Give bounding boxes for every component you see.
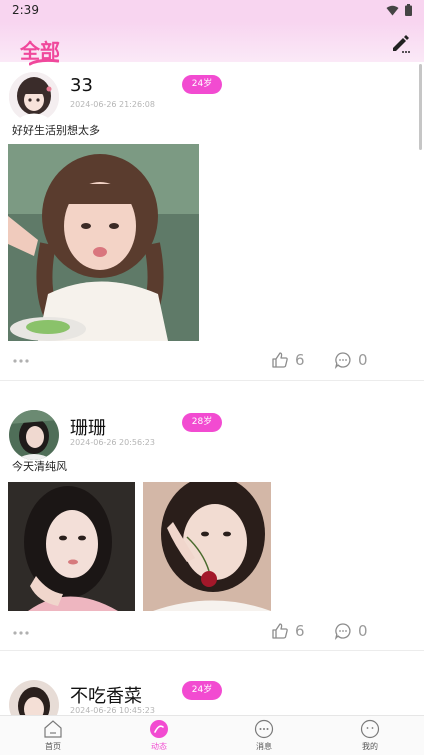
comment-count: 0 <box>358 351 368 369</box>
avatar[interactable] <box>9 72 59 122</box>
status-time: 2:39 <box>12 3 39 17</box>
post-time: 2024-06-26 21:26:08 <box>70 100 155 109</box>
post-card[interactable]: 珊珊 28岁 2024-06-26 20:56:23 今天清纯风 6 0 <box>0 402 424 672</box>
post-divider <box>0 380 424 381</box>
home-icon <box>44 720 62 738</box>
avatar[interactable] <box>9 410 59 460</box>
nav-home[interactable]: 首页 <box>23 719 83 752</box>
age-badge: 24岁 <box>182 75 222 94</box>
message-icon <box>254 719 274 739</box>
post-card[interactable]: 33 24岁 2024-06-26 21:26:08 好好生活别想太多 6 0 <box>0 62 424 382</box>
avatar[interactable] <box>9 680 59 715</box>
age-badge: 28岁 <box>182 413 222 432</box>
more-options-icon[interactable] <box>12 630 30 636</box>
comment-button[interactable]: 0 <box>334 622 368 640</box>
like-button[interactable]: 6 <box>271 622 305 640</box>
post-time: 2024-06-26 20:56:23 <box>70 438 155 447</box>
status-bar: 2:39 <box>0 0 424 22</box>
comment-icon <box>334 352 351 369</box>
post-divider <box>0 650 424 651</box>
wifi-icon <box>386 5 399 15</box>
battery-icon <box>405 4 412 16</box>
post-time: 2024-06-26 10:45:23 <box>70 706 155 715</box>
moments-icon <box>150 720 168 738</box>
nav-messages[interactable]: 消息 <box>234 719 294 752</box>
nav-moments-label: 动态 <box>151 742 167 751</box>
nav-moments[interactable]: 动态 <box>129 719 189 752</box>
post-photo[interactable] <box>8 144 199 341</box>
scrollbar[interactable] <box>419 64 422 150</box>
nav-mine[interactable]: 我的 <box>340 719 400 752</box>
edit-post-icon[interactable] <box>390 32 412 54</box>
comment-icon <box>334 623 351 640</box>
like-count: 6 <box>295 351 305 369</box>
post-photo[interactable] <box>143 482 271 611</box>
post-nickname[interactable]: 不吃香菜 <box>70 682 142 708</box>
nav-home-label: 首页 <box>45 742 61 751</box>
post-nickname[interactable]: 珊珊 <box>70 414 106 440</box>
bottom-nav: 首页 动态 消息 我的 <box>0 715 424 755</box>
post-card[interactable]: 不吃香菜 24岁 2024-06-26 10:45:23 <box>0 672 424 715</box>
nav-mine-label: 我的 <box>362 742 378 751</box>
like-count: 6 <box>295 622 305 640</box>
thumbs-up-icon <box>272 623 288 639</box>
thumbs-up-icon <box>272 352 288 368</box>
post-photo[interactable] <box>8 482 135 611</box>
status-icons <box>386 4 412 16</box>
profile-icon <box>360 719 380 739</box>
moments-feed[interactable]: 33 24岁 2024-06-26 21:26:08 好好生活别想太多 6 0 … <box>0 62 424 715</box>
comment-count: 0 <box>358 622 368 640</box>
nav-messages-label: 消息 <box>256 742 272 751</box>
post-text: 好好生活别想太多 <box>12 124 100 137</box>
age-badge: 24岁 <box>182 681 222 700</box>
like-button[interactable]: 6 <box>271 351 305 369</box>
more-options-icon[interactable] <box>12 358 30 364</box>
top-bar: 全部 <box>0 22 424 66</box>
comment-button[interactable]: 0 <box>334 351 368 369</box>
post-text: 今天清纯风 <box>12 460 67 473</box>
post-nickname[interactable]: 33 <box>70 75 93 96</box>
